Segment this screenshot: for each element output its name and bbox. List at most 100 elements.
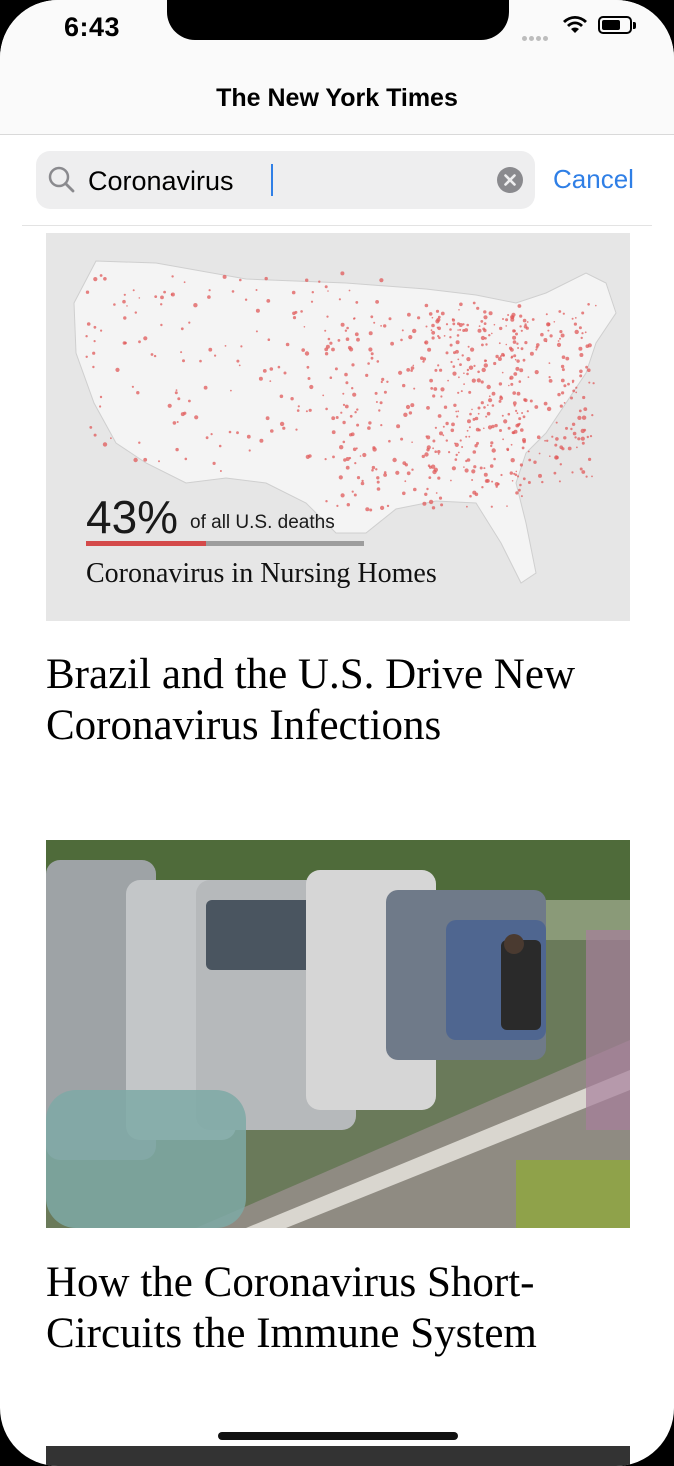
map-dot: [379, 278, 384, 283]
map-dot: [483, 310, 487, 314]
map-dot: [163, 290, 166, 294]
map-dot: [546, 322, 551, 327]
map-dot: [472, 417, 476, 421]
map-dot: [493, 361, 497, 366]
map-dot: [458, 309, 460, 311]
map-dot: [368, 347, 373, 352]
map-dot: [344, 404, 349, 409]
map-dot: [282, 426, 286, 430]
map-dot: [485, 415, 488, 418]
clear-search-icon[interactable]: [497, 167, 523, 193]
map-dot: [177, 397, 181, 401]
map-dot: [425, 325, 428, 328]
map-dot: [411, 441, 413, 443]
map-dot: [522, 439, 526, 444]
map-dot: [493, 323, 496, 326]
map-dot: [398, 370, 403, 375]
map-dot: [238, 364, 241, 367]
map-dot: [342, 392, 345, 395]
map-dot: [577, 437, 581, 441]
map-dot: [526, 321, 529, 323]
next-article-image[interactable]: [46, 1446, 630, 1466]
map-dot: [222, 274, 227, 279]
map-dot: [533, 460, 537, 464]
map-dot: [488, 398, 493, 403]
map-dot: [365, 373, 369, 377]
map-dot: [430, 329, 433, 332]
map-dot: [580, 436, 585, 441]
map-dot: [352, 392, 357, 397]
map-dot: [457, 329, 459, 331]
map-dot: [584, 331, 587, 334]
map-dot: [255, 330, 258, 333]
map-dot: [194, 415, 199, 420]
map-dot: [85, 355, 88, 358]
map-dot: [339, 445, 344, 450]
map-dot: [92, 365, 95, 369]
cancel-button[interactable]: Cancel: [553, 164, 634, 195]
map-dot: [516, 475, 520, 478]
map-dot: [563, 384, 567, 388]
map-dot: [466, 368, 470, 372]
article-headline[interactable]: Brazil and the U.S. Drive New Coronaviru…: [46, 649, 636, 751]
map-dot: [477, 370, 480, 374]
map-dot: [270, 429, 274, 433]
map-dot: [472, 301, 476, 305]
map-dot: [269, 380, 272, 382]
map-dot: [541, 480, 544, 484]
map-dot: [581, 441, 585, 445]
map-dot: [511, 480, 514, 482]
map-dot: [440, 503, 444, 507]
map-dot: [305, 410, 308, 413]
map-dot: [572, 389, 576, 393]
map-dot: [512, 335, 517, 340]
map-dot: [478, 325, 481, 327]
map-dot: [442, 434, 445, 437]
map-dot: [432, 447, 434, 450]
map-dot: [430, 464, 436, 469]
map-dot: [553, 321, 556, 323]
map-dot: [483, 406, 486, 409]
map-dot: [388, 317, 392, 321]
map-dot: [527, 376, 530, 378]
map-dot: [458, 376, 460, 379]
map-dot: [465, 435, 468, 438]
map-dot: [466, 357, 471, 362]
search-input[interactable]: [86, 151, 490, 211]
map-dot: [559, 463, 562, 466]
map-dot: [495, 354, 499, 359]
map-dot: [434, 368, 438, 372]
map-dot: [578, 409, 582, 413]
map-dot: [349, 414, 353, 418]
article-headline[interactable]: How the Coronavirus Short-Circuits the I…: [46, 1257, 636, 1359]
search-bar[interactable]: [36, 151, 535, 211]
map-dot: [380, 424, 383, 427]
map-dot: [443, 405, 448, 409]
map-dot: [510, 382, 514, 386]
map-dot: [175, 447, 179, 452]
map-dot: [338, 475, 343, 480]
map-dot: [437, 414, 442, 418]
map-dot: [205, 436, 209, 440]
map-dot: [340, 271, 345, 276]
map-dot: [515, 409, 518, 412]
map-dot: [230, 389, 232, 392]
map-dot: [581, 470, 586, 474]
map-dot: [471, 378, 476, 383]
map-dot: [522, 318, 527, 323]
home-indicator[interactable]: [218, 1432, 458, 1440]
cars-photo-image[interactable]: [46, 840, 630, 1228]
map-dot: [371, 469, 374, 472]
map-dot: [485, 343, 488, 346]
map-dot: [507, 412, 511, 416]
map-dot: [171, 275, 174, 278]
map-dot: [175, 389, 178, 391]
map-dot: [131, 385, 134, 388]
map-dot: [208, 289, 211, 292]
map-dot: [509, 375, 514, 380]
map-dot: [367, 426, 371, 430]
map-dot: [431, 323, 435, 328]
map-dot: [134, 311, 137, 314]
map-dot: [425, 435, 428, 438]
map-dot: [558, 480, 561, 483]
